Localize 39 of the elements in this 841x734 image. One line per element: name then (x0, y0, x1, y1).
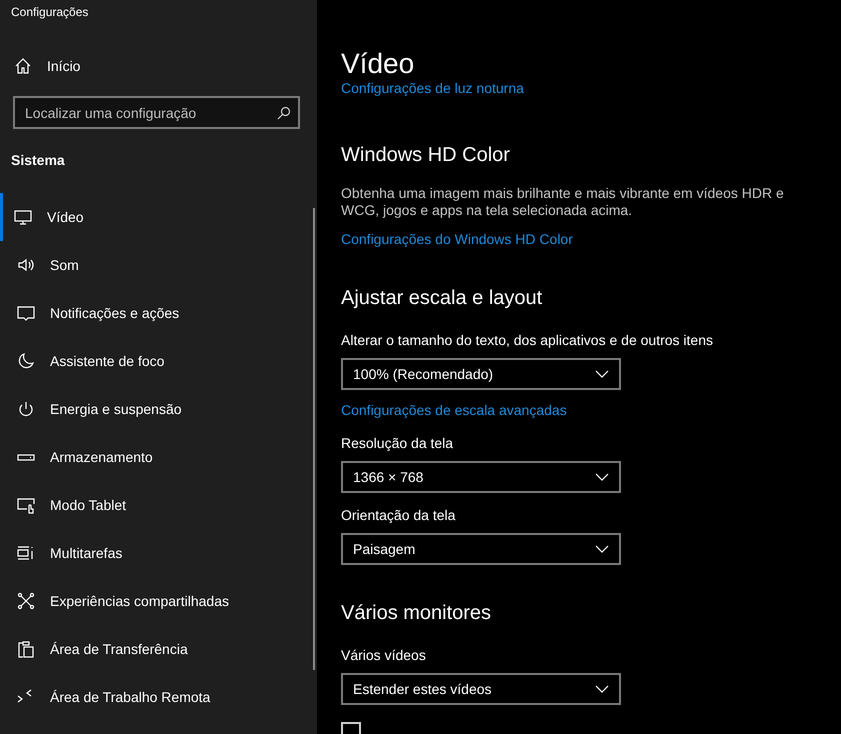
chevron-down-icon (595, 545, 609, 553)
section-heading: Vários monitores (341, 601, 492, 625)
share-nodes-icon (16, 591, 36, 611)
field-label: Vários vídeos (341, 646, 427, 665)
window-title: Configurações (10, 4, 90, 20)
home-icon (13, 56, 33, 76)
sidebar-item[interactable]: Multitarefas (0, 529, 317, 577)
sidebar-item[interactable]: Assistente de foco (0, 337, 317, 385)
clipboard-icon (16, 639, 36, 659)
chevron-down-icon (595, 370, 609, 378)
sidebar-item[interactable]: Modo Tablet (0, 481, 317, 529)
sidebar-item[interactable]: Área de Trabalho Remota (0, 673, 317, 721)
field-label: Resolução da tela (341, 434, 454, 453)
home-nav-item[interactable]: Início (0, 42, 317, 90)
field-label: Alterar o tamanho do texto, dos aplicativos e de outros itens (341, 331, 714, 350)
dropdown[interactable]: Estender estes vídeos (341, 673, 621, 705)
sidebar-item[interactable]: Área de Transferência (0, 625, 317, 673)
dropdown[interactable]: Paisagem (341, 533, 621, 565)
dropdown[interactable]: 1366 × 768 (341, 461, 621, 493)
sidebar-item[interactable]: Notificações e ações (0, 289, 317, 337)
section-heading: Windows HD Color (341, 143, 511, 167)
moon-icon (16, 351, 36, 371)
settings-link[interactable]: Configurações de luz noturna (341, 78, 524, 99)
page-title: Vídeo (341, 50, 416, 78)
search-icon (277, 106, 291, 120)
field-label: Orientação da tela (341, 506, 456, 525)
sidebar-item[interactable]: Armazenamento (0, 433, 317, 481)
description-text: Obtenha uma imagem mais brilhante e mais vibrante em vídeos HDR e WCG, jogos e apps na tela selecionada acima. (341, 185, 785, 219)
sidebar-item[interactable]: Experiências compartilhadas (0, 577, 317, 625)
chevron-down-icon (595, 473, 609, 481)
search-field[interactable]: Localizar uma configuração (13, 96, 300, 129)
chevron-down-icon (595, 685, 609, 693)
dropdown[interactable]: 100% (Recomendado) (341, 358, 621, 390)
settings-link[interactable]: Configurações do Windows HD Color (341, 229, 573, 250)
section-heading: Ajustar escala e layout (341, 286, 544, 310)
section-heading: Sistema (10, 151, 66, 170)
settings-link[interactable]: Configurações de escala avançadas (341, 400, 567, 421)
sidebar-item[interactable]: Energia e suspensão (0, 385, 317, 433)
sidebar-item[interactable]: Som (0, 241, 317, 289)
